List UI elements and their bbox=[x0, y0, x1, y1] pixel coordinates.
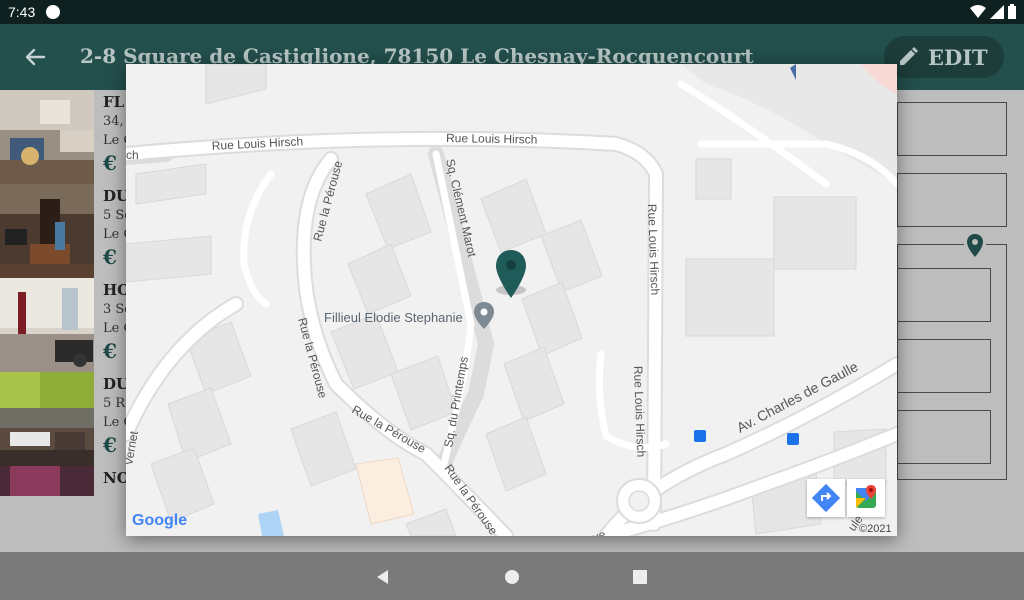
listing-type: NO bbox=[103, 469, 126, 487]
nav-back-icon[interactable] bbox=[372, 566, 394, 588]
open-in-maps-button[interactable] bbox=[847, 479, 885, 517]
property-list: FL 34, Le C € 1 DU 5 Sq Le C € 1 bbox=[0, 90, 126, 552]
edit-button[interactable]: EDIT bbox=[884, 36, 1004, 78]
list-item[interactable]: FL 34, Le C € 1 bbox=[0, 90, 126, 184]
listing-address: 5 Sq bbox=[103, 208, 126, 223]
detail-field bbox=[897, 173, 1007, 227]
nav-home-icon[interactable] bbox=[501, 566, 523, 588]
detail-field bbox=[897, 268, 991, 322]
edit-label: EDIT bbox=[928, 44, 988, 70]
list-item[interactable]: HO 3 Sq Le C € 1 bbox=[0, 278, 126, 372]
arrow-left-icon bbox=[25, 48, 46, 66]
list-item[interactable]: NO bbox=[0, 466, 126, 552]
map-pin-icon bbox=[964, 234, 986, 258]
listing-address: 5 Ru bbox=[103, 396, 126, 411]
listing-address: 34, bbox=[103, 114, 124, 129]
battery-icon bbox=[1008, 4, 1016, 19]
map-view[interactable]: sch Rue Louis Hirsch Rue Louis Hirsch Sq… bbox=[126, 64, 897, 536]
signal-icon bbox=[990, 4, 1004, 19]
map-dialog[interactable]: sch Rue Louis Hirsch Rue Louis Hirsch Sq… bbox=[126, 64, 897, 536]
map-pin-icon[interactable] bbox=[496, 250, 526, 298]
listing-price: € 1 bbox=[103, 339, 126, 363]
wifi-icon bbox=[970, 4, 986, 18]
map-copyright: ©2021 bbox=[859, 523, 892, 535]
listing-type: HO bbox=[103, 281, 126, 299]
listing-type: DU bbox=[103, 375, 126, 393]
nav-recents-icon[interactable] bbox=[629, 566, 651, 588]
directions-button[interactable] bbox=[807, 479, 845, 517]
status-icons bbox=[970, 4, 1016, 19]
property-thumbnail bbox=[0, 184, 94, 278]
poi-label: Fillieul Elodie Stephanie bbox=[324, 310, 463, 325]
listing-price: € 1 bbox=[103, 151, 126, 175]
listing-address: 3 Sq bbox=[103, 302, 126, 317]
back-button[interactable] bbox=[20, 42, 50, 72]
google-logo: Google bbox=[132, 512, 187, 529]
list-item[interactable]: DU 5 Sq Le C € 1 bbox=[0, 184, 126, 278]
street-label: Rue Louis Hirsch bbox=[446, 131, 538, 147]
list-item[interactable]: DU 5 Ru Le C € 1 bbox=[0, 372, 126, 466]
listing-city: Le C bbox=[103, 415, 126, 430]
status-time: 7:43 bbox=[8, 4, 36, 20]
detail-field bbox=[897, 410, 991, 464]
detail-field bbox=[897, 339, 991, 393]
street-label: sch bbox=[126, 148, 139, 162]
property-thumbnail bbox=[0, 278, 94, 372]
detail-field bbox=[897, 102, 1007, 156]
system-nav-bar bbox=[0, 552, 1024, 600]
listing-city: Le C bbox=[103, 227, 126, 242]
google-maps-icon bbox=[856, 485, 876, 508]
app-notification-icon bbox=[46, 5, 60, 19]
listing-city: Le C bbox=[103, 321, 126, 336]
property-thumbnail bbox=[0, 466, 94, 496]
listing-price: € 1 bbox=[103, 245, 126, 269]
property-thumbnail bbox=[0, 372, 94, 466]
status-bar: 7:43 bbox=[0, 0, 1024, 24]
pencil-icon bbox=[900, 47, 918, 65]
listing-type: DU bbox=[103, 187, 126, 205]
listing-type: FL bbox=[103, 93, 125, 111]
listing-city: Le C bbox=[103, 133, 126, 148]
property-thumbnail bbox=[0, 90, 94, 184]
listing-price: € 1 bbox=[103, 433, 126, 457]
directions-icon bbox=[811, 483, 841, 513]
